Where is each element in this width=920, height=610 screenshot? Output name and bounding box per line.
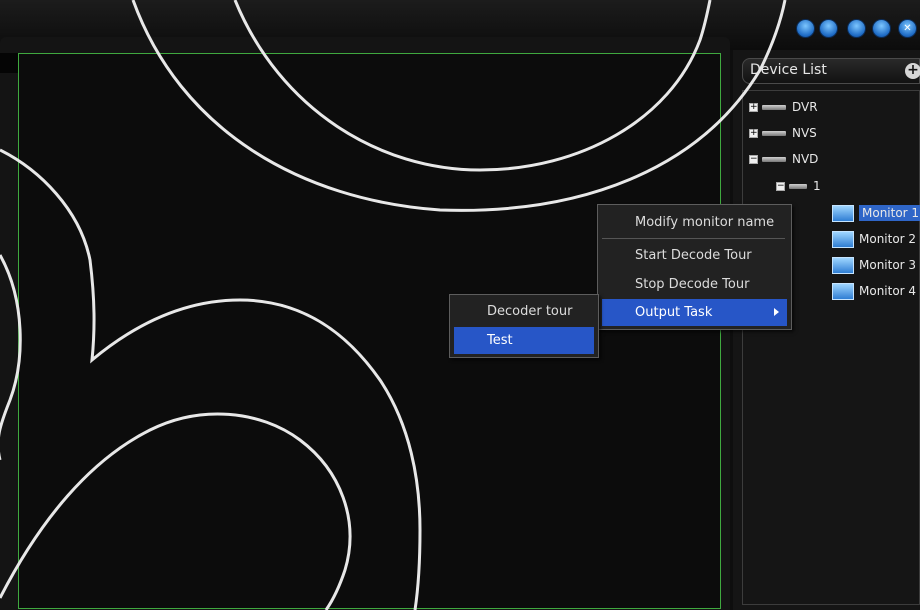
collapse-icon[interactable]: − xyxy=(776,181,785,191)
tree-node-nvd[interactable]: − NVD xyxy=(749,149,818,169)
tree-node-dvr[interactable]: + DVR xyxy=(749,97,818,117)
plus-circle-icon[interactable]: + xyxy=(905,63,920,79)
tree-node-label: DVR xyxy=(792,100,818,114)
decoder-icon xyxy=(789,183,807,189)
tree-node-label: NVS xyxy=(792,126,817,140)
minimize-icon[interactable] xyxy=(847,19,866,38)
submenu: Decoder tour Test xyxy=(449,294,599,358)
restore-icon[interactable] xyxy=(872,19,891,38)
lock-icon[interactable] xyxy=(796,19,815,38)
monitor-icon xyxy=(832,256,854,274)
tree-node-label: NVD xyxy=(792,152,819,166)
tree-node-label: Monitor 2 xyxy=(859,232,917,246)
tree-node-monitor-3[interactable]: Monitor 3 xyxy=(832,255,916,275)
submenu-arrow-icon xyxy=(774,308,779,316)
monitor-icon xyxy=(832,230,854,248)
menu-item-stop-decode-tour[interactable]: Stop Decode Tour xyxy=(602,271,785,298)
menu-separator xyxy=(602,238,785,239)
menu-item-label: Output Task xyxy=(635,305,713,320)
expand-icon[interactable]: + xyxy=(749,102,758,112)
menu-item-test[interactable]: Test xyxy=(454,327,594,354)
device-tree: + DVR + NVS − NVD − 1 Monitor 1 Monitor … xyxy=(742,90,920,605)
document-icon[interactable] xyxy=(819,19,838,38)
close-icon[interactable]: ✕ xyxy=(898,19,917,38)
nvs-device-icon xyxy=(762,130,786,136)
expand-icon[interactable]: + xyxy=(749,128,758,138)
nvd-device-icon xyxy=(762,156,786,162)
monitor-icon xyxy=(832,204,854,222)
menu-item-start-decode-tour[interactable]: Start Decode Tour xyxy=(602,242,785,269)
tree-node-label: 1 xyxy=(813,179,821,193)
menu-item-output-task[interactable]: Output Task xyxy=(602,299,787,326)
dvr-device-icon xyxy=(762,104,786,110)
tree-node-label: Monitor 1 xyxy=(859,205,920,221)
menu-item-decoder-tour[interactable]: Decoder tour xyxy=(454,298,594,325)
tree-node-label: Monitor 4 xyxy=(859,284,917,298)
tree-node-monitor-4[interactable]: Monitor 4 xyxy=(832,281,916,301)
tree-node-nvs[interactable]: + NVS xyxy=(749,123,817,143)
device-list-header: Device List + xyxy=(742,58,920,84)
menu-item-modify-monitor-name[interactable]: Modify monitor name xyxy=(602,209,785,236)
tree-node-channel-1[interactable]: − 1 xyxy=(776,176,821,196)
tree-node-monitor-2[interactable]: Monitor 2 xyxy=(832,229,916,249)
tree-node-label: Monitor 3 xyxy=(859,258,917,272)
context-menu: Modify monitor name Start Decode Tour St… xyxy=(597,204,792,330)
device-list-title: Device List xyxy=(750,62,827,78)
device-list-panel: Device List + + DVR + NVS − NVD − 1 Moni… xyxy=(733,50,920,610)
video-window[interactable] xyxy=(18,53,721,609)
monitor-icon xyxy=(832,282,854,300)
tree-node-monitor-1[interactable]: Monitor 1 xyxy=(832,203,920,223)
collapse-icon[interactable]: − xyxy=(749,154,758,164)
